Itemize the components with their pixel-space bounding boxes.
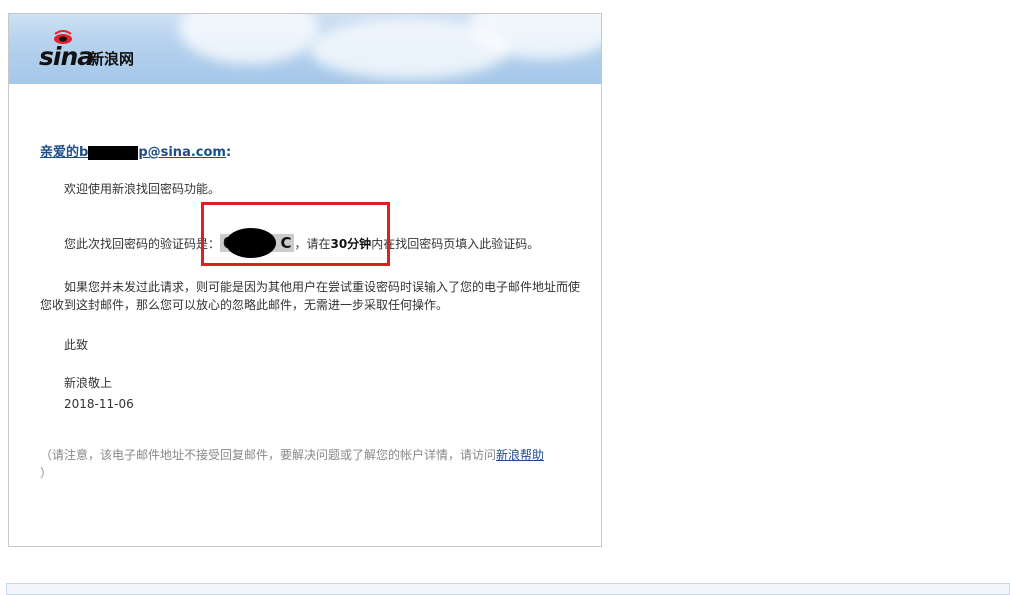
welcome-text: 欢迎使用新浪找回密码功能。: [64, 182, 221, 196]
sina-help-link[interactable]: 新浪帮助: [496, 448, 544, 462]
ignore-paragraph: 如果您并未发过此请求，则可能是因为其他用户在尝试重设密码时误输入了您的电子邮件地…: [40, 280, 581, 312]
recipient-address[interactable]: 亲爱的b p@sina.com: [40, 145, 226, 160]
logo-chinese: 新浪网: [89, 50, 135, 68]
redaction-mask: [88, 145, 139, 160]
email-date: 2018-11-06: [64, 397, 134, 411]
footer-note: （请注意，该电子邮件地址不接受回复邮件，要解决问题或了解您的帐户详情，请访问新浪…: [40, 448, 545, 480]
sina-banner: sina 新浪网: [9, 14, 601, 84]
signature: 新浪敬上: [64, 376, 113, 390]
email-card: sina 新浪网 亲爱的b p@sina.com: 欢迎使用新浪找回密码功能。 您…: [8, 13, 602, 547]
closing-text: 此致: [64, 338, 89, 352]
logo-wordmark: sina: [39, 42, 94, 71]
highlight-box: [201, 202, 390, 266]
greeting: 亲爱的b p@sina.com:: [40, 145, 232, 160]
bottom-bar: [6, 583, 1010, 595]
sina-logo: sina 新浪网: [39, 28, 169, 71]
